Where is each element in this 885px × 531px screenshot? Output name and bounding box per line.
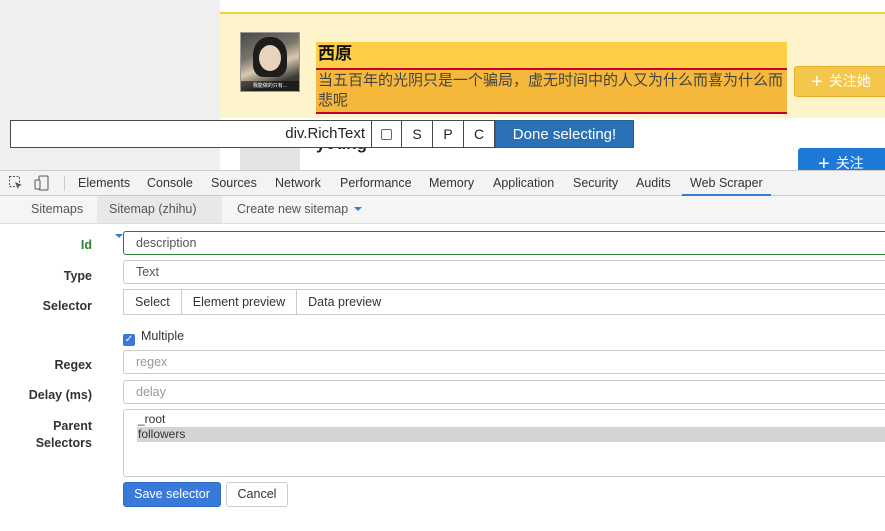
follow-label-2: 关注	[835, 155, 864, 171]
user-avatar[interactable]: 我能做的只有...	[240, 32, 300, 92]
nav-create-new-sitemap[interactable]: Create new sitemap	[225, 196, 374, 223]
delay-input[interactable]: delay	[123, 380, 885, 404]
tab-audits[interactable]: Audits	[636, 171, 671, 196]
multiple-label: Multiple	[141, 329, 185, 343]
save-selector-button[interactable]: Save selector	[123, 482, 221, 507]
tab-performance[interactable]: Performance	[340, 171, 412, 196]
parent-option-root[interactable]: _root	[137, 412, 885, 427]
inspect-icon[interactable]	[8, 175, 24, 191]
chevron-down-icon	[115, 234, 123, 238]
multiple-checkbox[interactable]: ✓ Multiple	[123, 329, 184, 346]
nav-sitemap-zhihu-label: Sitemap (zhihu)	[109, 202, 197, 216]
checkmark-icon: ✓	[123, 334, 135, 346]
devtools-tabbar: Elements Console Sources Network Perform…	[0, 170, 885, 196]
follow-label: 关注她	[828, 73, 871, 89]
avatar-caption: 我能做的只有...	[241, 81, 299, 91]
select-key-c[interactable]: C	[464, 120, 495, 148]
tab-security[interactable]: Security	[573, 171, 618, 196]
nav-sitemaps[interactable]: Sitemaps	[19, 196, 95, 223]
tab-application[interactable]: Application	[493, 171, 554, 196]
enable-key-events-checkbox[interactable]	[372, 120, 402, 148]
select-button[interactable]: Select	[123, 289, 182, 315]
user-name[interactable]: 西原	[316, 42, 787, 68]
parent-label-line2: Selectors	[35, 436, 92, 450]
scraper-nav: Sitemaps Sitemap (zhihu) Create new site…	[0, 196, 885, 238]
selector-input-field[interactable]	[392, 289, 885, 315]
nav-create-new-label: Create new sitemap	[237, 202, 349, 216]
done-selecting-button[interactable]: Done selecting!	[495, 120, 634, 148]
tab-web-scraper[interactable]: Web Scraper	[682, 171, 771, 196]
regex-label: Regex	[54, 358, 92, 372]
selection-toolbar: div.RichText S P C Done selecting!	[10, 120, 634, 148]
id-label: Id	[80, 238, 92, 252]
plus-icon: +	[811, 71, 823, 93]
parent-selectors-listbox[interactable]: _root followers	[123, 409, 885, 477]
user-avatar-2[interactable]	[240, 148, 300, 170]
selector-button-group: Select Element preview Data preview	[123, 289, 394, 315]
tab-elements[interactable]: Elements	[78, 171, 130, 196]
follow-button[interactable]: + 关注她	[794, 66, 885, 97]
nav-sitemap-zhihu[interactable]: Sitemap (zhihu)	[97, 196, 222, 238]
tab-network[interactable]: Network	[275, 171, 321, 196]
id-input[interactable]: description	[123, 231, 885, 255]
parent-selectors-label: Parent Selectors	[0, 418, 92, 452]
parent-option-followers[interactable]: followers	[137, 427, 885, 442]
user-bio-highlighted[interactable]: 当五百年的光阴只是一个骗局，虚无时间中的人又为什么而喜为什么而悲呢	[316, 68, 787, 114]
tab-memory[interactable]: Memory	[429, 171, 474, 196]
selector-input[interactable]: div.RichText	[10, 120, 372, 148]
device-toolbar-icon[interactable]	[34, 175, 50, 191]
parent-label-line1: Parent	[53, 419, 92, 433]
selector-label: Selector	[42, 299, 92, 313]
delay-label: Delay (ms)	[28, 388, 92, 402]
type-label: Type	[63, 269, 92, 283]
divider	[64, 176, 65, 191]
tab-sources[interactable]: Sources	[211, 171, 257, 196]
devtools-panel: Elements Console Sources Network Perform…	[0, 170, 885, 531]
tab-console[interactable]: Console	[147, 171, 193, 196]
select-key-s[interactable]: S	[402, 120, 433, 148]
regex-input[interactable]: regex	[123, 350, 885, 374]
select-key-p[interactable]: P	[433, 120, 464, 148]
chevron-down-icon	[354, 207, 363, 211]
cancel-button[interactable]: Cancel	[226, 482, 288, 507]
type-select[interactable]: Text	[123, 260, 885, 284]
element-preview-button[interactable]: Element preview	[181, 289, 298, 315]
selected-user-card[interactable]: 我能做的只有... 西原 当五百年的光阴只是一个骗局，虚无时间中的人又为什么而喜…	[220, 12, 885, 118]
data-preview-button[interactable]: Data preview	[297, 289, 394, 315]
